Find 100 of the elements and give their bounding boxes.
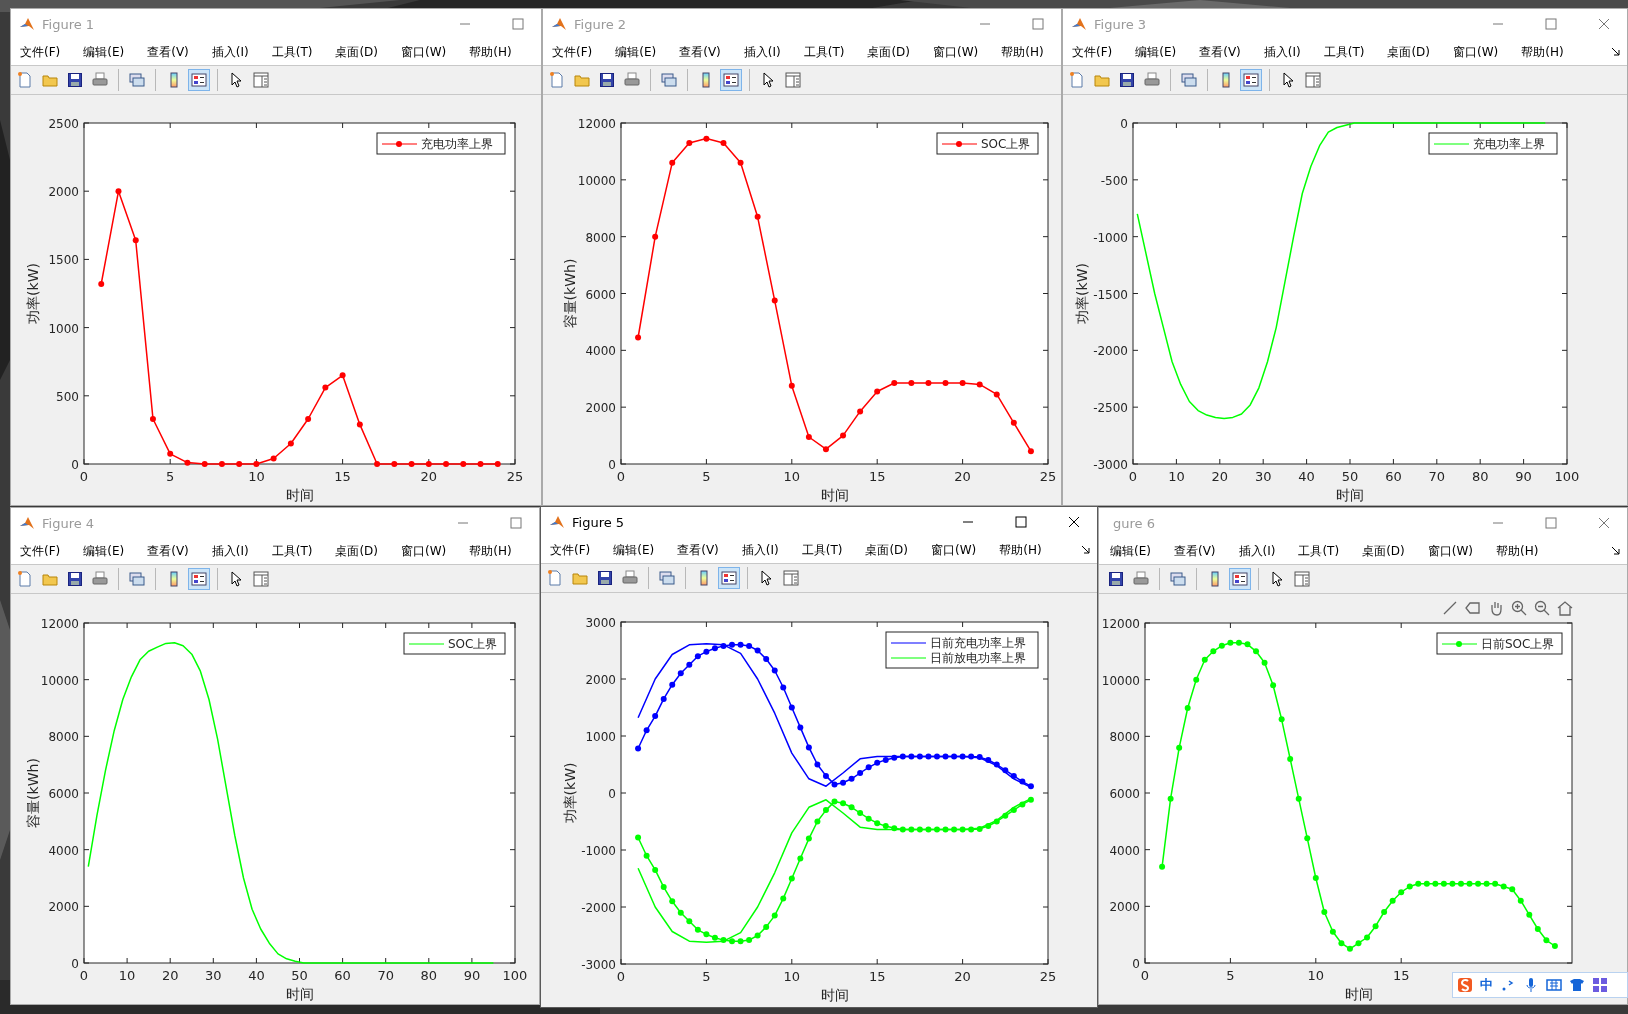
- property-panel-button[interactable]: [780, 567, 802, 589]
- menu-item[interactable]: 工具(T): [1316, 41, 1372, 63]
- point: [694, 926, 701, 933]
- legend-button[interactable]: [1240, 69, 1262, 91]
- tick-label: -2000: [581, 901, 616, 915]
- point: [1218, 642, 1225, 649]
- point: [968, 826, 975, 833]
- menu-item[interactable]: 桌面(D): [1380, 41, 1437, 63]
- menu-item[interactable]: 文件(F): [543, 539, 598, 561]
- menu-item[interactable]: 窗口(W): [394, 41, 454, 63]
- point: [703, 648, 710, 655]
- menu-item[interactable]: 插入(I): [1231, 540, 1283, 562]
- menu-item[interactable]: 查看(V): [140, 540, 196, 562]
- point: [848, 775, 855, 782]
- menu-item[interactable]: 查看(V): [670, 539, 726, 561]
- tick-label: 1000: [48, 321, 79, 336]
- menu-item[interactable]: 工具(T): [1291, 540, 1347, 562]
- tick-label: 20: [954, 969, 971, 984]
- legend-button[interactable]: [188, 69, 210, 91]
- menu-item[interactable]: 插入(I): [1256, 41, 1308, 63]
- save-icon: [1119, 72, 1135, 88]
- menu-item[interactable]: 文件(F): [13, 540, 68, 562]
- menu-item[interactable]: 窗口(W): [926, 41, 986, 63]
- legend-button[interactable]: [1229, 568, 1251, 590]
- menu-item[interactable]: 帮助(H): [1514, 41, 1571, 63]
- legend-button[interactable]: [720, 69, 742, 91]
- menu-item[interactable]: 帮助(H): [462, 41, 519, 63]
- printer-icon: [1133, 571, 1149, 587]
- menu-item[interactable]: 查看(V): [140, 41, 196, 63]
- property-panel-button[interactable]: [782, 69, 804, 91]
- tick-label: 90: [1515, 469, 1532, 484]
- menu-item[interactable]: 窗口(W): [1420, 540, 1480, 562]
- point: [98, 280, 105, 287]
- menu-item[interactable]: 文件(F): [545, 41, 600, 63]
- property-panel-button[interactable]: [1291, 568, 1313, 590]
- property-panel-button[interactable]: [1302, 69, 1324, 91]
- menu-item[interactable]: 编辑(E): [76, 41, 132, 63]
- point: [1027, 796, 1034, 803]
- legend-label: 日前放电功率上界: [930, 651, 1026, 665]
- menu-item[interactable]: 桌面(D): [858, 539, 915, 561]
- menu-item[interactable]: 文件(F): [1065, 41, 1120, 63]
- menu-item[interactable]: 插入(I): [734, 539, 786, 561]
- point: [959, 380, 966, 387]
- point: [635, 834, 642, 841]
- menu-item[interactable]: 插入(I): [204, 41, 256, 63]
- point: [754, 647, 761, 654]
- menu-item[interactable]: 编辑(E): [608, 41, 664, 63]
- pointer-icon: [758, 570, 774, 586]
- tick-label: 15: [1392, 968, 1410, 983]
- menu-item[interactable]: 查看(V): [1192, 41, 1248, 63]
- axis-label: 时间: [1336, 487, 1364, 503]
- input-mode[interactable]: 中: [1480, 976, 1493, 994]
- menu-item[interactable]: 桌面(D): [328, 41, 385, 63]
- point: [391, 461, 398, 467]
- property-panel-button[interactable]: [250, 568, 272, 590]
- menu-item[interactable]: 编辑(E): [1103, 540, 1158, 562]
- menu-item[interactable]: 编辑(E): [1128, 41, 1184, 63]
- menu-item[interactable]: 帮助(H): [994, 41, 1051, 63]
- legend-button[interactable]: [718, 567, 740, 589]
- menu-item[interactable]: 文件(F): [13, 41, 68, 63]
- menu-item[interactable]: 工具(T): [794, 539, 850, 561]
- menu-item[interactable]: 窗口(W): [924, 539, 984, 561]
- menu-item[interactable]: 桌面(D): [860, 41, 917, 63]
- zoom-out-icon: [1534, 600, 1550, 616]
- printer-icon: [622, 570, 638, 586]
- point: [184, 459, 191, 466]
- tick-label: 2000: [1109, 900, 1140, 915]
- menu-item[interactable]: 编辑(E): [76, 540, 132, 562]
- point: [1235, 639, 1242, 646]
- point: [857, 770, 864, 777]
- menu-item[interactable]: 桌面(D): [328, 540, 385, 562]
- linked-windows-icon: [1181, 72, 1197, 88]
- point: [643, 852, 650, 859]
- legend-button[interactable]: [188, 568, 210, 590]
- menu-item[interactable]: 工具(T): [264, 41, 320, 63]
- menu-item[interactable]: 工具(T): [796, 41, 852, 63]
- menu-item[interactable]: 插入(I): [204, 540, 256, 562]
- menu-item[interactable]: 帮助(H): [462, 540, 519, 562]
- zoom-out-button[interactable]: [1532, 598, 1552, 618]
- menu-item[interactable]: 插入(I): [736, 41, 788, 63]
- tick-label: 0: [616, 469, 626, 484]
- point: [1492, 880, 1499, 887]
- menu-item[interactable]: 窗口(W): [1446, 41, 1506, 63]
- point: [993, 761, 1000, 768]
- tick-label: 60: [1385, 469, 1402, 484]
- menu-item[interactable]: 桌面(D): [1355, 540, 1412, 562]
- pointer-icon: [228, 72, 244, 88]
- save-icon: [67, 571, 83, 587]
- menu-item[interactable]: 查看(V): [1166, 540, 1223, 562]
- menu-item[interactable]: 帮助(H): [1489, 540, 1546, 562]
- zoom-in-button[interactable]: [1509, 598, 1529, 618]
- menu-item[interactable]: 查看(V): [672, 41, 728, 63]
- tick-label: 30: [205, 968, 222, 983]
- menu-item[interactable]: 窗口(W): [394, 540, 454, 562]
- menu-item[interactable]: 工具(T): [264, 540, 320, 562]
- menu-item[interactable]: 编辑(E): [606, 539, 662, 561]
- property-panel-button[interactable]: [250, 69, 272, 91]
- save-icon: [67, 72, 83, 88]
- point: [1398, 889, 1405, 896]
- menu-item[interactable]: 帮助(H): [992, 539, 1049, 561]
